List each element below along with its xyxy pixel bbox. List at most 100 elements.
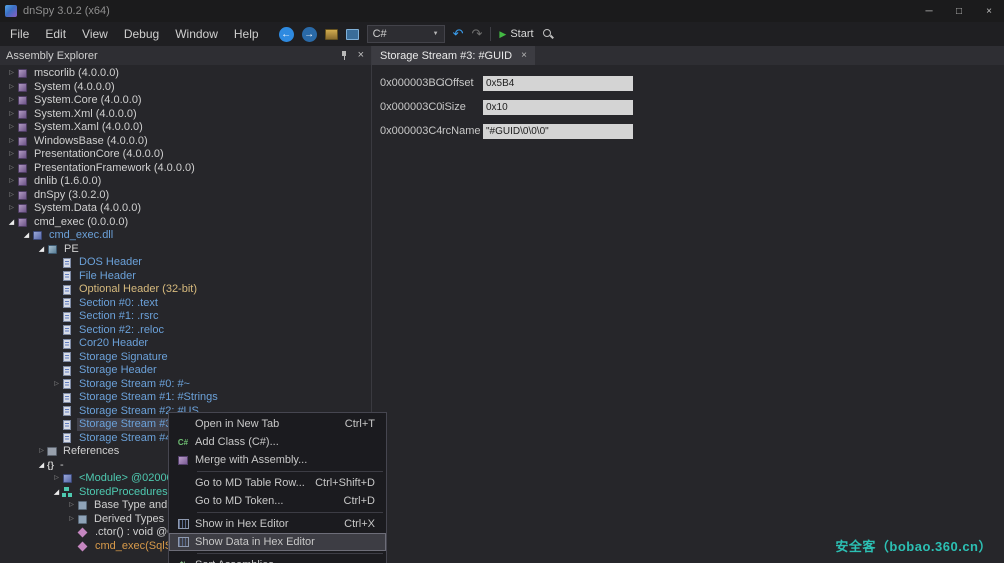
tree-item[interactable]: ▷PresentationCore (4.0.0.0) xyxy=(0,148,371,162)
context-menu-item-go-to-md-table-row[interactable]: Go to MD Table Row...Ctrl+Shift+D xyxy=(169,474,386,492)
search-icon[interactable] xyxy=(542,28,555,41)
hex-fields: 0x000003BCiOffset0x000003C0iSize0x000003… xyxy=(372,65,1004,138)
menu-help[interactable]: Help xyxy=(226,23,267,45)
close-button[interactable]: × xyxy=(974,0,1004,22)
expander-icon[interactable]: ▷ xyxy=(6,148,17,161)
field-value-input[interactable] xyxy=(483,124,633,139)
menu-file[interactable]: File xyxy=(2,23,37,45)
expander-icon[interactable]: ▷ xyxy=(66,499,77,512)
menu-window[interactable]: Window xyxy=(167,23,226,45)
tree-item[interactable]: ◢cmd_exec (0.0.0.0) xyxy=(0,216,371,230)
minimize-button[interactable]: ─ xyxy=(914,0,944,22)
context-menu-item-go-to-md-token[interactable]: Go to MD Token...Ctrl+D xyxy=(169,492,386,510)
tree-item[interactable]: ▷System.Data (4.0.0.0) xyxy=(0,202,371,216)
field-value-input[interactable] xyxy=(483,100,633,115)
menu-edit[interactable]: Edit xyxy=(37,23,74,45)
navigate-forward-button[interactable]: → xyxy=(302,27,317,42)
expander-icon[interactable]: ◢ xyxy=(36,459,47,472)
menu-item-label: Show Data in Hex Editor xyxy=(195,536,315,548)
tree-item[interactable]: ▷ mscorlib (4.0.0.0) xyxy=(0,67,371,81)
tree-item[interactable]: ▷PresentationFramework (4.0.0.0) xyxy=(0,162,371,176)
tree-item[interactable]: Optional Header (32-bit) xyxy=(0,283,371,297)
menu-item-label: Open in New Tab xyxy=(195,418,279,430)
expander-icon[interactable]: ◢ xyxy=(51,486,62,499)
tree-item-label: System.Core (4.0.0.0) xyxy=(32,94,144,107)
pin-icon[interactable] xyxy=(340,50,349,61)
expander-icon[interactable]: ▷ xyxy=(6,67,17,80)
tree-item[interactable]: DOS Header xyxy=(0,256,371,270)
method-icon xyxy=(78,528,88,538)
field-value-input[interactable] xyxy=(483,76,633,91)
tree-item-label: Derived Types xyxy=(92,513,166,526)
expander-icon[interactable]: ▷ xyxy=(6,121,17,134)
expander-icon[interactable]: ▷ xyxy=(6,135,17,148)
start-label: Start xyxy=(510,28,533,40)
tree-item-label: Section #1: .rsrc xyxy=(77,310,160,323)
assembly-icon xyxy=(18,150,27,159)
navigate-back-button[interactable]: ← xyxy=(279,27,294,42)
tree-item[interactable]: Storage Stream #1: #Strings xyxy=(0,391,371,405)
expander-icon[interactable]: ▷ xyxy=(6,202,17,215)
full-screen-icon[interactable] xyxy=(346,29,359,40)
context-menu-item-show-data-in-hex-editor[interactable]: Show Data in Hex Editor xyxy=(169,533,386,551)
expander-icon[interactable]: ▷ xyxy=(6,108,17,121)
tree-item[interactable]: ▷ System.Core (4.0.0.0) xyxy=(0,94,371,108)
expander-icon[interactable]: ▷ xyxy=(6,175,17,188)
field-offset: 0x000003C4 xyxy=(380,125,442,137)
context-menu-item-merge-with-assembly[interactable]: Merge with Assembly... xyxy=(169,451,386,469)
menu-view[interactable]: View xyxy=(74,23,116,45)
tree-item-label: mscorlib (4.0.0.0) xyxy=(32,67,121,80)
tree-item[interactable]: ▷System.Xml (4.0.0.0) xyxy=(0,108,371,122)
menu-icon-cell: ⇅ xyxy=(171,560,195,563)
tree-item[interactable]: Storage Header xyxy=(0,364,371,378)
context-menu-item-add-class-c[interactable]: C#Add Class (C#)... xyxy=(169,433,386,451)
redo-button[interactable]: ↷ xyxy=(471,26,482,42)
expander-icon[interactable]: ▷ xyxy=(66,513,77,526)
expander-icon[interactable]: ▷ xyxy=(36,445,47,458)
tree-item[interactable]: ▷WindowsBase (4.0.0.0) xyxy=(0,135,371,149)
binary-file-icon xyxy=(63,379,71,389)
expander-icon[interactable]: ▷ xyxy=(6,81,17,94)
expander-icon[interactable]: ◢ xyxy=(36,243,47,256)
tree-item[interactable]: Cor20 Header xyxy=(0,337,371,351)
tree-item[interactable]: Storage Signature xyxy=(0,351,371,365)
expander-icon[interactable]: ◢ xyxy=(6,216,17,229)
expander-icon[interactable]: ◢ xyxy=(21,229,32,242)
tree-item[interactable]: ▷System (4.0.0.0) xyxy=(0,81,371,95)
tab-storage-stream-guid[interactable]: Storage Stream #3: #GUID × xyxy=(372,46,535,65)
tree-item[interactable]: Section #2: .reloc xyxy=(0,324,371,338)
tree-item[interactable]: ▷dnSpy (3.0.2.0) xyxy=(0,189,371,203)
tree-item[interactable]: Section #0: .text xyxy=(0,297,371,311)
menu-shortcut: Ctrl+T xyxy=(345,418,383,430)
context-menu-item-open-in-new-tab[interactable]: Open in New Tab Ctrl+T xyxy=(169,415,386,433)
panel-close-icon[interactable]: × xyxy=(358,50,364,61)
tree-item[interactable]: ▷dnlib (1.6.0.0) xyxy=(0,175,371,189)
expander-icon[interactable]: ▷ xyxy=(6,189,17,202)
tree-item[interactable]: Section #1: .rsrc xyxy=(0,310,371,324)
assembly-icon xyxy=(18,137,27,146)
context-menu-item-show-in-hex-editor[interactable]: Show in Hex EditorCtrl+X xyxy=(169,515,386,533)
tree-item[interactable]: ▷Storage Stream #0: #~ xyxy=(0,378,371,392)
tree-item[interactable]: ◢PE xyxy=(0,243,371,257)
maximize-button[interactable]: □ xyxy=(944,0,974,22)
tree-item[interactable]: ▷System.Xaml (4.0.0.0) xyxy=(0,121,371,135)
sort-icon: ⇅ xyxy=(179,560,187,563)
tree-item[interactable]: ◢cmd_exec.dll xyxy=(0,229,371,243)
expander-icon[interactable]: ▷ xyxy=(6,94,17,107)
open-assembly-icon[interactable] xyxy=(325,29,338,40)
expander-icon[interactable]: ▷ xyxy=(6,162,17,175)
tree-item[interactable]: File Header xyxy=(0,270,371,284)
expander-icon[interactable]: ▷ xyxy=(51,472,62,485)
references-icon xyxy=(47,447,57,456)
expander-icon[interactable]: ▷ xyxy=(51,378,62,391)
menu-debug[interactable]: Debug xyxy=(116,23,167,45)
binary-file-icon xyxy=(63,366,71,376)
menubar-items: FileEditViewDebugWindowHelp xyxy=(2,23,267,45)
start-debug-button[interactable]: ▶ Start xyxy=(499,28,533,40)
undo-button[interactable]: ↶ xyxy=(453,26,464,42)
dnspy-app-icon xyxy=(5,5,17,17)
context-menu-item-sort-assemblies[interactable]: ⇅Sort Assemblies xyxy=(169,556,386,563)
tab-close-icon[interactable]: × xyxy=(521,50,527,61)
field-name: rcName xyxy=(442,125,483,137)
language-dropdown[interactable]: C# ▼ xyxy=(367,25,445,43)
